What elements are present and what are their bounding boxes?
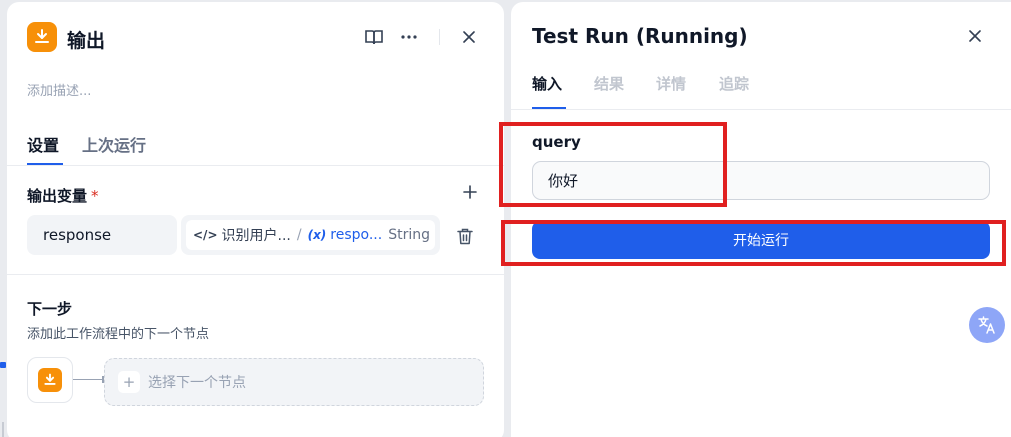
test-run-title: Test Run (Running) xyxy=(532,24,748,48)
plus-icon: + xyxy=(118,371,140,393)
current-node-thumbnail xyxy=(27,357,73,403)
code-icon: </> xyxy=(193,228,218,242)
tab-last-run[interactable]: 上次运行 xyxy=(82,132,146,156)
more-icon[interactable] xyxy=(396,24,422,50)
highlight-box-query xyxy=(499,122,727,207)
tab-details[interactable]: 详情 xyxy=(656,73,686,94)
variable-type: String xyxy=(388,227,430,243)
select-next-node-button[interactable]: + 选择下一个节点 xyxy=(104,358,484,406)
output-variables-label: 输出变量 * xyxy=(27,185,99,206)
path-separator: / xyxy=(296,227,302,243)
variable-reference-chip[interactable]: </> 识别用户... / (x) respo... String xyxy=(186,220,435,250)
tabs-divider xyxy=(7,165,504,166)
source-node-name: 识别用户... xyxy=(221,228,291,244)
section-divider xyxy=(7,274,504,275)
tab-settings[interactable]: 设置 xyxy=(27,132,59,156)
source-variable-name: respo... xyxy=(330,227,383,243)
close-icon[interactable] xyxy=(456,24,482,50)
translate-icon[interactable] xyxy=(969,307,1005,343)
next-step-title: 下一步 xyxy=(27,300,73,318)
variable-name-input[interactable]: response xyxy=(27,215,177,255)
variable-reference-selector[interactable]: </> 识别用户... / (x) respo... String xyxy=(181,215,440,255)
select-next-node-label: 选择下一个节点 xyxy=(148,375,246,391)
close-icon[interactable] xyxy=(963,24,987,48)
tab-trace[interactable]: 追踪 xyxy=(719,73,749,94)
tabs-divider xyxy=(511,109,1011,110)
trash-icon[interactable] xyxy=(453,224,477,248)
tab-result[interactable]: 结果 xyxy=(594,73,624,94)
book-icon[interactable] xyxy=(361,24,387,50)
output-variables-text: 输出变量 xyxy=(27,187,88,205)
plus-icon xyxy=(463,185,477,199)
required-mark: * xyxy=(91,187,99,205)
output-node-icon xyxy=(27,22,57,52)
variable-icon: (x) xyxy=(307,228,327,242)
node-connector xyxy=(73,379,103,380)
highlight-box-run xyxy=(501,220,1006,266)
node-config-panel: 输出 添加描述... 设置 上次运行 输出变量 * response </> 识别… xyxy=(7,2,504,437)
next-step-description: 添加此工作流程中的下一个节点 xyxy=(27,327,210,342)
add-variable-button[interactable] xyxy=(459,181,481,203)
canvas-scrollbar xyxy=(2,422,4,437)
output-node-icon xyxy=(38,368,62,392)
header-divider xyxy=(439,29,440,45)
canvas-edge-handle xyxy=(0,362,6,368)
tab-input[interactable]: 输入 xyxy=(532,73,562,94)
node-title[interactable]: 输出 xyxy=(67,26,105,53)
description-input[interactable]: 添加描述... xyxy=(27,80,91,99)
